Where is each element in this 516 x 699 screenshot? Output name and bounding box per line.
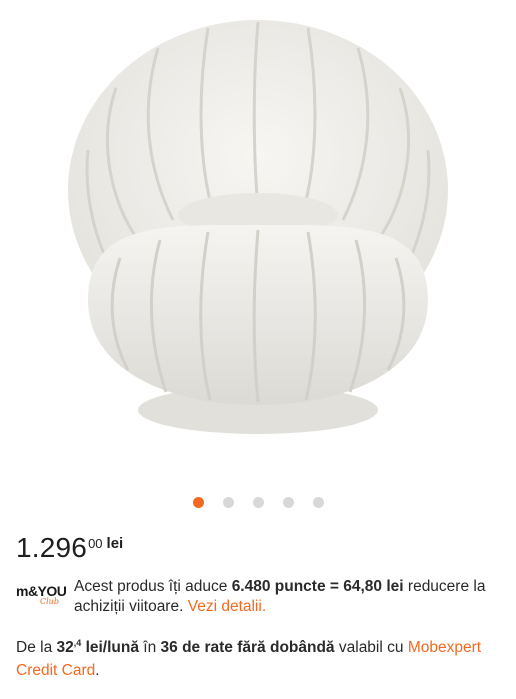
myou-club-logo: m&YOU Club [16, 577, 70, 611]
rate-amount-unit: lei/lună [85, 639, 139, 656]
gallery-dot[interactable] [222, 496, 234, 508]
product-image[interactable] [0, 0, 516, 480]
rate-amount-int: 32 [56, 639, 74, 656]
rate-prefix: De la [16, 639, 53, 656]
rate-end: . [95, 662, 100, 679]
installments-info: De la 32,4 lei/lună în 36 de rate fără d… [16, 632, 516, 682]
club-points: 6.480 puncte = 64,80 lei [231, 578, 404, 595]
club-points-info: m&YOU Club Acest produs îți aduce 6.480 … [16, 577, 516, 617]
club-text: Acest produs îți aduce 6.480 puncte = 64… [74, 577, 516, 617]
club-details-link[interactable]: Vezi detalii. [188, 598, 266, 615]
logo-sub: Club [40, 597, 59, 606]
rate-amount-dec: ,4 [73, 638, 82, 648]
gallery-dot[interactable] [312, 496, 324, 508]
club-text-1: Acest produs îți aduce [74, 578, 228, 595]
product-price: 1.296 00 lei [16, 532, 123, 564]
price-decimals: 00 [88, 536, 103, 551]
gallery-dot[interactable] [192, 496, 204, 508]
gallery-dot[interactable] [252, 496, 264, 508]
gallery-dots [0, 496, 516, 508]
rate-in: în [143, 639, 157, 656]
armchair-image [68, 20, 448, 434]
price-integer: 1.296 [16, 532, 88, 563]
rate-suffix: valabil cu [338, 639, 404, 656]
gallery-dot[interactable] [282, 496, 294, 508]
price-currency: lei [106, 535, 124, 552]
rate-count: 36 de rate fără dobândă [160, 639, 335, 656]
